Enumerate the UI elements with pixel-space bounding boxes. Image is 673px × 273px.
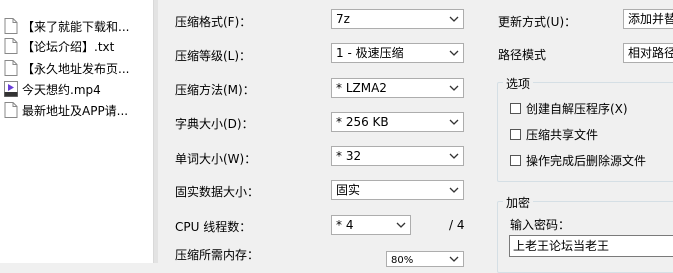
- create-sfx-checkbox[interactable]: 创建自解压程序(X): [510, 100, 628, 117]
- format-value: 7z: [336, 12, 350, 26]
- compress-shared-checkbox[interactable]: 压缩共享文件: [510, 126, 598, 143]
- delete-source-label: 操作完成后删除源文件: [526, 154, 647, 168]
- dict-size-select[interactable]: * 256 KB: [331, 112, 464, 132]
- dict-size-label: 字典大小(D)：: [175, 117, 254, 131]
- chevron-down-icon: [449, 85, 459, 91]
- file-name: 【永久地址发布页...: [22, 61, 130, 76]
- file-list-item[interactable]: 【永久地址发布页...: [4, 58, 154, 78]
- chevron-down-icon: [449, 256, 459, 262]
- text-file-icon: [4, 18, 18, 34]
- file-list-item[interactable]: 最新地址及APP请...: [4, 100, 154, 120]
- update-mode-value: 添加并替: [628, 12, 673, 26]
- cpu-threads-select[interactable]: * 4: [331, 215, 411, 235]
- level-label: 压缩等级(L)：: [175, 49, 252, 63]
- path-mode-value: 相对路径: [628, 46, 673, 60]
- format-label: 压缩格式(F)：: [175, 15, 252, 29]
- level-select[interactable]: 1 - 极速压缩: [331, 43, 464, 63]
- file-name: 今天想约.mp4: [22, 82, 101, 97]
- delete-source-checkbox[interactable]: 操作完成后删除源文件: [510, 152, 646, 169]
- text-file-icon: [4, 102, 18, 118]
- file-name: 最新地址及APP请...: [22, 103, 129, 118]
- create-sfx-label: 创建自解压程序(X): [526, 102, 628, 116]
- update-mode-select[interactable]: 添加并替: [623, 9, 673, 29]
- chevron-down-icon: [396, 222, 406, 228]
- checkbox-box: [510, 103, 521, 114]
- solid-size-select[interactable]: 固实: [331, 180, 464, 200]
- chevron-down-icon: [449, 119, 459, 125]
- memory-usage-value: 80%: [391, 255, 414, 266]
- word-size-label: 单词大小(W)：: [175, 152, 257, 166]
- cpu-threads-value: * 4: [336, 218, 354, 232]
- chevron-down-icon: [449, 187, 459, 193]
- encryption-group-title: 加密: [503, 194, 534, 211]
- password-value: 上老王论坛当老王: [513, 239, 610, 253]
- add-to-archive-dialog: 压缩格式(F)： 压缩等级(L)： 压缩方法(M)： 字典大小(D)： 单词大小…: [158, 0, 673, 273]
- level-value: 1 - 极速压缩: [336, 46, 404, 60]
- update-mode-label: 更新方式(U)：: [498, 15, 577, 29]
- solid-size-value: 固实: [336, 183, 361, 197]
- memory-label: 压缩所需内存：: [175, 248, 260, 262]
- method-select[interactable]: * LZMA2: [331, 78, 464, 98]
- compress-shared-label: 压缩共享文件: [526, 128, 599, 142]
- file-name: 【论坛介绍】.txt: [22, 39, 115, 54]
- cpu-threads-label: CPU 线程数：: [175, 220, 252, 234]
- format-select[interactable]: 7z: [331, 9, 464, 29]
- file-list-item[interactable]: 【来了就能下载和...: [4, 16, 154, 36]
- password-input[interactable]: 上老王论坛当老王: [509, 235, 673, 257]
- path-mode-select[interactable]: 相对路径: [623, 43, 673, 63]
- password-label: 输入密码：: [510, 218, 571, 232]
- solid-size-label: 固实数据大小：: [175, 185, 260, 199]
- cpu-threads-max: / 4: [449, 218, 465, 232]
- chevron-down-icon: [449, 16, 459, 22]
- file-list-item[interactable]: 今天想约.mp4: [4, 79, 154, 99]
- chevron-down-icon: [449, 153, 459, 159]
- chevron-down-icon: [449, 50, 459, 56]
- word-size-value: * 32: [336, 149, 362, 163]
- dict-size-value: * 256 KB: [336, 115, 389, 129]
- text-file-icon: [4, 38, 18, 54]
- file-list: 【来了就能下载和... 【论坛介绍】.txt 【永久地址发布页... 今天想约.…: [0, 0, 153, 263]
- file-name: 【来了就能下载和...: [22, 19, 130, 34]
- checkbox-box: [510, 155, 521, 166]
- options-group-title: 选项: [503, 75, 534, 92]
- path-mode-label: 路径模式: [498, 48, 547, 62]
- method-label: 压缩方法(M)：: [175, 83, 255, 97]
- mp4-file-icon: [4, 81, 18, 97]
- method-value: * LZMA2: [336, 81, 387, 95]
- text-file-icon: [4, 60, 18, 76]
- file-list-item[interactable]: 【论坛介绍】.txt: [4, 36, 154, 56]
- checkbox-box: [510, 129, 521, 140]
- word-size-select[interactable]: * 32: [331, 146, 464, 166]
- memory-usage-select[interactable]: 80%: [386, 251, 464, 267]
